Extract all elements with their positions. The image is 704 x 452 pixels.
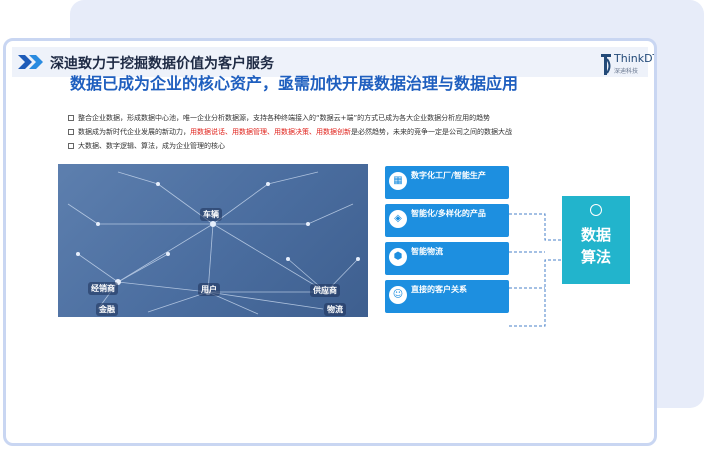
capability-card-factory: ▦ 数字化工厂/智能生产 [385, 166, 509, 199]
touch-icon [590, 204, 602, 216]
bullet-text-suffix: 是必然趋势，未来的竞争一定是公司之间的数据大战 [351, 128, 512, 136]
logo-subtitle: 深迪科技 [614, 68, 639, 75]
bullet-text: 整合企业数据，形成数据中心池，唯一企业分析数据源，支持各种终端接入的“数据云+端… [78, 114, 491, 122]
bullet-item: 整合企业数据，形成数据中心池，唯一企业分析数据源，支持各种终端接入的“数据云+端… [68, 111, 654, 125]
company-logo: ThinkDT 深迪科技 [600, 51, 657, 81]
bullet-text-highlight: 用数据说话、用数据管理、用数据决策、用数据创新 [190, 128, 351, 136]
network-label-logistics: 物流 [324, 303, 346, 316]
slide-headline: 数据已成为企业的核心资产，亟需加快开展数据治理与数据应用 [70, 74, 519, 93]
customer-icon: ☺ [389, 286, 407, 304]
algo-line-2: 算法 [580, 248, 611, 266]
bullet-text-prefix: 数据成为新时代企业发展的新动力， [78, 128, 190, 136]
card-title: 智能物流 [411, 247, 443, 256]
network-label-vehicle: 车辆 [200, 208, 222, 221]
network-label-user: 用户 [198, 283, 220, 296]
capability-cards: ▦ 数字化工厂/智能生产 ◈ 智能化/多样化的产品 ⬢ 智能物流 ☺ 直接的客户… [385, 166, 509, 318]
product-icon: ◈ [389, 210, 407, 228]
card-title: 智能化/多样化的产品 [411, 209, 486, 218]
factory-icon: ▦ [389, 172, 407, 190]
network-label-finance: 金融 [96, 303, 118, 316]
algo-line-1: 数据 [580, 226, 611, 244]
logo-mark-icon [601, 54, 611, 75]
double-chevron-icon [18, 55, 43, 69]
card-title: 直接的客户关系 [411, 285, 467, 294]
checkbox-icon [68, 115, 74, 121]
capability-card-customer: ☺ 直接的客户关系 [385, 280, 509, 313]
algo-text: 数据 算法 [562, 224, 630, 268]
logo-text: ThinkDT [614, 52, 657, 65]
network-label-dealer: 经销商 [88, 282, 118, 295]
data-network-map: 车辆 经销商 用户 供应商 金融 物流 [58, 164, 368, 317]
capability-card-product: ◈ 智能化/多样化的产品 [385, 204, 509, 237]
bullet-text: 大数据、数字逻辑、算法，成为企业管理的核心 [78, 142, 225, 150]
checkbox-icon [68, 129, 74, 135]
network-label-supplier: 供应商 [310, 284, 340, 297]
dashed-connector [509, 213, 562, 327]
bullet-item: 数据成为新时代企业发展的新动力， 用数据说话、用数据管理、用数据决策、用数据创新… [68, 125, 654, 139]
capability-card-logistics: ⬢ 智能物流 [385, 242, 509, 275]
checkbox-icon [68, 143, 74, 149]
logistics-icon: ⬢ [389, 248, 407, 266]
data-algorithm-box: 数据 算法 [562, 196, 630, 284]
bullet-item: 大数据、数字逻辑、算法，成为企业管理的核心 [68, 139, 654, 153]
bullet-list: 整合企业数据，形成数据中心池，唯一企业分析数据源，支持各种终端接入的“数据云+端… [68, 111, 654, 153]
card-title: 数字化工厂/智能生产 [411, 171, 486, 180]
